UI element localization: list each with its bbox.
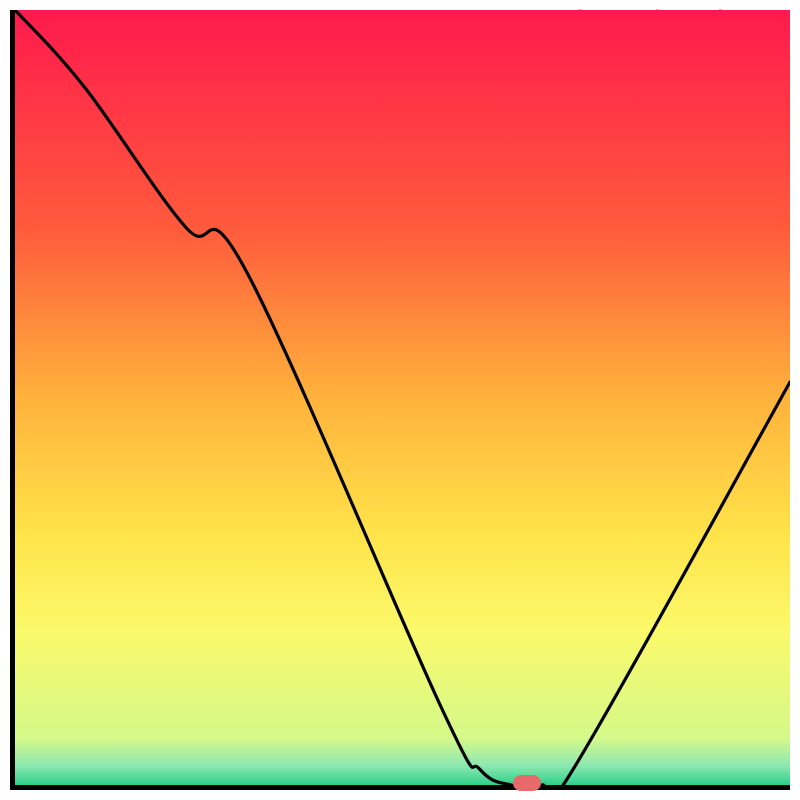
curve-line [15, 10, 790, 785]
plot-area [10, 10, 790, 790]
optimal-marker [513, 775, 541, 791]
chart-container: TheBottleneck.com [0, 0, 800, 800]
